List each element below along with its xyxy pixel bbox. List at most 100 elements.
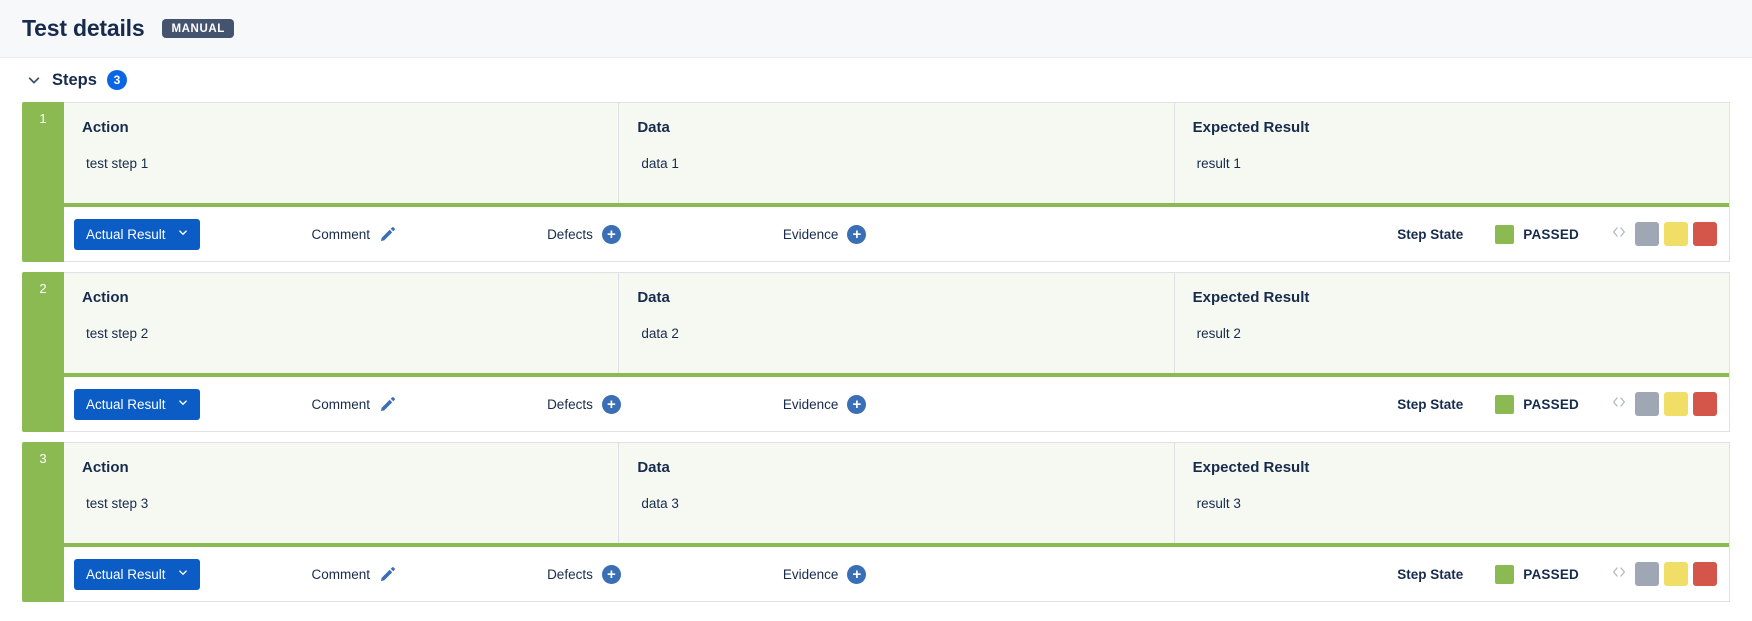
page-header: Test details MANUAL (0, 0, 1752, 58)
chevron-down-icon[interactable] (26, 72, 42, 88)
add-evidence-plus-circle-icon[interactable]: + (847, 394, 867, 414)
defects-action[interactable]: Defects + (547, 394, 621, 414)
status-button-group (1611, 222, 1717, 246)
actual-result-button[interactable]: Actual Result (74, 218, 200, 250)
step-body: Action test step 2 Data data 2 Expected … (64, 272, 1730, 432)
step-status-badge[interactable]: PASSED (1495, 564, 1579, 584)
pencil-icon[interactable] (379, 395, 397, 413)
status-color-swatch (1495, 564, 1515, 584)
column-header-action: Action (82, 459, 129, 476)
status-text: PASSED (1523, 566, 1579, 582)
add-evidence-plus-circle-icon[interactable]: + (847, 224, 867, 244)
steps-header: Steps 3 (22, 58, 1730, 102)
defects-action[interactable]: Defects + (547, 564, 621, 584)
step-expected-result-value[interactable]: result 3 (1193, 496, 1711, 511)
step-number: 3 (22, 442, 64, 602)
evidence-label: Evidence (782, 226, 839, 242)
actual-result-button[interactable]: Actual Result (74, 388, 200, 420)
chevron-down-icon (178, 568, 188, 581)
step-data-value[interactable]: data 3 (637, 496, 1155, 511)
status-button-group (1611, 392, 1717, 416)
failed-status-button[interactable] (1693, 222, 1717, 246)
test-step: 3 Action test step 3 Data data 3 Expecte… (22, 442, 1730, 602)
status-text: PASSED (1523, 226, 1579, 242)
executing-status-button[interactable] (1664, 222, 1688, 246)
comment-action[interactable]: Comment (312, 565, 398, 583)
defects-action[interactable]: Defects + (547, 224, 621, 244)
step-state-label: Step State (1397, 226, 1464, 242)
comment-action[interactable]: Comment (312, 225, 398, 243)
step-action-value[interactable]: test step 2 (82, 326, 600, 341)
add-defect-plus-circle-icon[interactable]: + (601, 564, 621, 584)
comment-label: Comment (311, 226, 371, 242)
executing-status-button[interactable] (1664, 392, 1688, 416)
step-data-value[interactable]: data 1 (637, 156, 1155, 171)
test-step: 1 Action test step 1 Data data 1 Expecte… (22, 102, 1730, 262)
column-header-data: Data (637, 119, 670, 136)
column-header-data: Data (637, 459, 670, 476)
step-data-column: Data data 3 (619, 443, 1175, 543)
step-action-column: Action test step 2 (64, 273, 620, 373)
step-action-value[interactable]: test step 3 (82, 496, 600, 511)
column-header-action: Action (82, 289, 129, 306)
evidence-action[interactable]: Evidence + (782, 564, 867, 584)
executing-status-button[interactable] (1664, 562, 1688, 586)
step-data-column: Data data 2 (619, 273, 1175, 373)
todo-status-button[interactable] (1635, 222, 1659, 246)
steps-label: Steps (52, 70, 97, 89)
step-state-label: Step State (1397, 566, 1464, 582)
chevron-down-icon (178, 228, 188, 241)
failed-status-button[interactable] (1693, 392, 1717, 416)
step-expected-result-column: Expected Result result 2 (1175, 273, 1729, 373)
comment-action[interactable]: Comment (312, 395, 398, 413)
todo-status-button[interactable] (1635, 562, 1659, 586)
status-text: PASSED (1523, 396, 1579, 412)
status-button-group (1611, 562, 1717, 586)
defects-label: Defects (547, 396, 593, 412)
todo-status-button[interactable] (1635, 392, 1659, 416)
step-body: Action test step 3 Data data 3 Expected … (64, 442, 1730, 602)
actual-result-button[interactable]: Actual Result (74, 558, 200, 590)
step-action-bar: Actual Result Comment Defects + Evidence… (64, 547, 1729, 601)
code-icon[interactable] (1611, 564, 1627, 584)
defects-label: Defects (547, 226, 593, 242)
steps-count-badge: 3 (106, 70, 127, 90)
column-header-data: Data (637, 289, 670, 306)
pencil-icon[interactable] (379, 225, 397, 243)
steps-section: Steps 3 1 Action test step 1 Data data 1… (0, 58, 1752, 602)
comment-label: Comment (311, 566, 371, 582)
step-columns: Action test step 3 Data data 3 Expected … (64, 443, 1729, 543)
column-header-action: Action (82, 119, 129, 136)
step-expected-result-column: Expected Result result 1 (1175, 103, 1729, 203)
step-status-badge[interactable]: PASSED (1495, 394, 1579, 414)
add-defect-plus-circle-icon[interactable]: + (601, 224, 621, 244)
step-action-bar: Actual Result Comment Defects + Evidence… (64, 207, 1729, 261)
defects-label: Defects (547, 566, 593, 582)
step-expected-result-value[interactable]: result 1 (1193, 156, 1711, 171)
failed-status-button[interactable] (1693, 562, 1717, 586)
evidence-action[interactable]: Evidence + (782, 224, 867, 244)
step-state-label: Step State (1397, 396, 1464, 412)
pencil-icon[interactable] (379, 565, 397, 583)
page-title: Test details (22, 15, 145, 41)
step-data-column: Data data 1 (619, 103, 1175, 203)
step-action-bar: Actual Result Comment Defects + Evidence… (64, 377, 1729, 431)
evidence-label: Evidence (782, 566, 839, 582)
add-evidence-plus-circle-icon[interactable]: + (847, 564, 867, 584)
comment-label: Comment (311, 396, 371, 412)
chevron-down-icon (178, 398, 188, 411)
test-step: 2 Action test step 2 Data data 2 Expecte… (22, 272, 1730, 432)
add-defect-plus-circle-icon[interactable]: + (601, 394, 621, 414)
step-expected-result-value[interactable]: result 2 (1193, 326, 1711, 341)
evidence-action[interactable]: Evidence + (783, 394, 867, 414)
test-type-badge: MANUAL (162, 19, 234, 38)
step-action-column: Action test step 3 (64, 443, 620, 543)
column-header-expected-result: Expected Result (1192, 119, 1310, 136)
step-status-badge[interactable]: PASSED (1495, 224, 1579, 244)
step-action-value[interactable]: test step 1 (82, 156, 600, 171)
code-icon[interactable] (1611, 394, 1627, 414)
status-color-swatch (1495, 224, 1515, 244)
code-icon[interactable] (1611, 224, 1627, 244)
step-data-value[interactable]: data 2 (637, 326, 1155, 341)
status-color-swatch (1495, 394, 1515, 414)
